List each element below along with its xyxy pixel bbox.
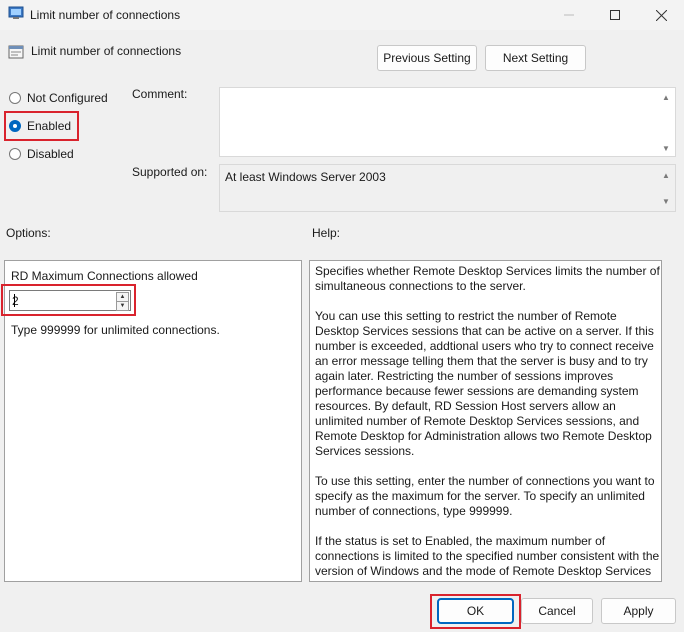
comment-input[interactable]: ▲ ▼ [219, 87, 676, 157]
ok-button[interactable]: OK [437, 598, 514, 624]
input-highlight [1, 284, 136, 316]
radio-circle[interactable] [9, 120, 21, 132]
help-panel[interactable]: Specifies whether Remote Desktop Service… [309, 260, 662, 582]
previous-setting-button[interactable]: Previous Setting [377, 45, 477, 71]
policy-window-icon [8, 6, 24, 20]
minimize-icon[interactable] [546, 0, 592, 30]
radio-label: Disabled [27, 147, 74, 161]
comment-label: Comment: [132, 87, 188, 101]
help-paragraph: If the status is set to Enabled, the max… [315, 534, 660, 581]
supported-box: At least Windows Server 2003 ▲ ▼ [219, 164, 676, 212]
help-paragraph: To use this setting, enter the number of… [315, 474, 655, 518]
radio-label: Enabled [27, 119, 72, 133]
unlimited-hint: Type 999999 for unlimited connections. [11, 323, 220, 337]
radio-circle[interactable] [9, 148, 21, 160]
help-label: Help: [312, 226, 341, 240]
maximize-icon[interactable] [592, 0, 638, 30]
scroll-up-icon[interactable]: ▲ [659, 91, 673, 103]
help-text: Specifies whether Remote Desktop Service… [315, 264, 660, 581]
radio-label: Not Configured [27, 91, 108, 105]
radio-enabled[interactable]: Enabled [9, 119, 71, 133]
scroll-down-icon[interactable]: ▼ [659, 142, 673, 154]
supported-value: At least Windows Server 2003 [225, 170, 386, 184]
policy-name: Limit number of connections [31, 44, 182, 58]
help-paragraph: Specifies whether Remote Desktop Service… [315, 264, 660, 293]
supported-label: Supported on: [132, 165, 208, 179]
cancel-button[interactable]: Cancel [521, 598, 593, 624]
apply-button[interactable]: Apply [601, 598, 676, 624]
next-setting-button[interactable]: Next Setting [485, 45, 586, 71]
close-icon[interactable] [638, 0, 684, 30]
window-title: Limit number of connections [30, 8, 181, 22]
radio-disabled[interactable]: Disabled [9, 147, 74, 161]
help-paragraph: You can use this setting to restrict the… [315, 309, 654, 458]
options-label: Options: [6, 226, 51, 240]
radio-not-configured[interactable]: Not Configured [9, 91, 108, 105]
scroll-up-icon[interactable]: ▲ [659, 169, 673, 181]
scroll-down-icon[interactable]: ▼ [659, 195, 673, 207]
policy-setting-icon [8, 44, 24, 60]
radio-circle[interactable] [9, 92, 21, 104]
max-connections-label: RD Maximum Connections allowed [11, 269, 198, 283]
